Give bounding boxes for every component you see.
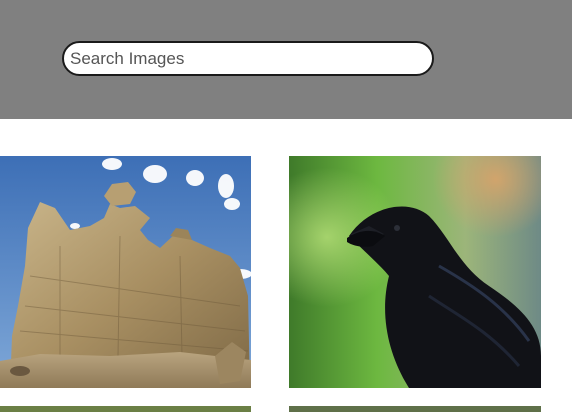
- gallery-image-partial-left[interactable]: [0, 406, 251, 412]
- crow-picture: [289, 156, 541, 388]
- rock-formation-picture: [0, 156, 251, 388]
- image-gallery: [0, 0, 572, 412]
- gallery-image-partial-right[interactable]: [289, 406, 541, 412]
- gallery-image-crow[interactable]: [289, 156, 541, 388]
- gallery-image-rock-formation[interactable]: [0, 156, 251, 388]
